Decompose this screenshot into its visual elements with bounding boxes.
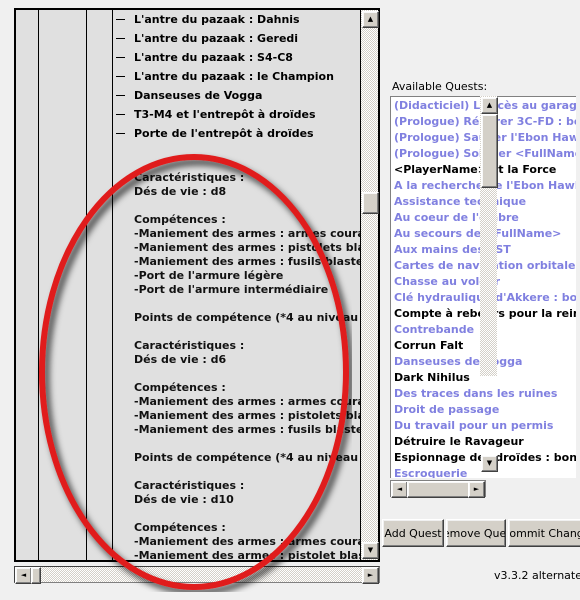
quest-hscroll-thumb[interactable] xyxy=(407,481,471,498)
quest-vertical-scrollbar-end[interactable]: ▼ xyxy=(480,455,498,472)
detail-line: -Maniement des armes : pistolet blaster xyxy=(134,549,361,560)
detail-line xyxy=(134,367,361,381)
detail-line: -Port de l'armure légère xyxy=(134,269,284,282)
tree-dash-icon xyxy=(116,95,125,96)
tree-item-list: L'antre du pazaak : Dahnis L'antre du paz… xyxy=(116,10,361,560)
quest-scroll-left-icon[interactable]: ◄ xyxy=(391,481,408,498)
quest-vscroll-thumb[interactable] xyxy=(481,114,498,188)
detail-line: Compétences : xyxy=(134,213,226,226)
quest-tree-panel: L'antre du pazaak : Dahnis L'antre du paz… xyxy=(14,8,380,562)
tree-item-label: L'antre du pazaak : Geredi xyxy=(134,32,299,45)
tree-dash-icon xyxy=(116,114,125,115)
detail-line: Caractéristiques : xyxy=(134,479,245,492)
detail-line: -Maniement des armes : pistolets blaster xyxy=(134,409,361,422)
scroll-up-icon[interactable]: ▲ xyxy=(362,11,379,28)
version-label: v3.3.2 alternate xyxy=(494,569,580,582)
tree-item[interactable]: L'antre du pazaak : le Champion xyxy=(116,67,361,86)
detail-line: Dés de vie : d6 xyxy=(134,353,227,366)
commit-changes-button[interactable]: Commit Changes xyxy=(508,519,580,547)
quest-scroll-up-icon[interactable]: ▲ xyxy=(481,97,498,114)
tree-column-rule-1 xyxy=(38,10,39,560)
quest-list-item[interactable]: Détruire le Ravageur xyxy=(391,434,576,450)
detail-line: Compétences : xyxy=(134,521,226,534)
tree-dash-icon xyxy=(116,57,125,58)
detail-line: -Maniement des armes : armes courantes xyxy=(134,227,361,240)
detail-line xyxy=(134,465,361,479)
tree-column-rule-3 xyxy=(112,10,113,560)
detail-line xyxy=(134,297,361,311)
quest-horizontal-scrollbar[interactable]: ◄ ► xyxy=(390,480,486,498)
available-quests-label: Available Quests: xyxy=(392,80,488,93)
tree-item-label: L'antre du pazaak : Dahnis xyxy=(134,13,300,26)
quest-scroll-down-icon[interactable]: ▼ xyxy=(481,455,498,472)
add-quest-button[interactable]: Add Quest xyxy=(382,519,444,547)
tree-item[interactable]: Danseuses de Vogga xyxy=(116,86,361,105)
quest-vertical-scrollbar[interactable]: ▲ xyxy=(480,96,498,376)
tree-item-label: Danseuses de Vogga xyxy=(134,89,263,102)
detail-line xyxy=(134,325,361,339)
detail-line: Points de compétence (*4 au niveau 1) : … xyxy=(134,311,361,324)
scroll-down-icon[interactable]: ▼ xyxy=(362,542,379,559)
tree-item[interactable]: L'antre du pazaak : S4-C8 xyxy=(116,48,361,67)
tree-item[interactable]: T3-M4 et l'entrepôt à droïdes xyxy=(116,105,361,124)
tree-hscroll-thumb[interactable] xyxy=(31,567,41,584)
tree-column-rule-2 xyxy=(86,10,87,560)
detail-line: Caractéristiques : xyxy=(134,171,245,184)
tree-vertical-scrollbar[interactable]: ▲ ▼ xyxy=(360,10,379,560)
detail-line: Caractéristiques : xyxy=(134,339,245,352)
detail-line: Dés de vie : d8 xyxy=(134,185,227,198)
tree-dash-icon xyxy=(116,133,125,134)
tree-item[interactable]: Porte de l'entrepôt à droïdes xyxy=(116,124,361,143)
quest-scroll-right-icon[interactable]: ► xyxy=(468,481,485,498)
tree-dash-icon xyxy=(116,19,125,20)
detail-line xyxy=(134,507,361,521)
detail-line xyxy=(134,157,361,171)
tree-item-label: L'antre du pazaak : le Champion xyxy=(134,70,334,83)
tree-vscroll-thumb[interactable] xyxy=(362,192,379,214)
tree-item-label: L'antre du pazaak : S4-C8 xyxy=(134,51,293,64)
scroll-right-icon[interactable]: ► xyxy=(362,567,379,584)
quest-tree-viewport[interactable]: L'antre du pazaak : Dahnis L'antre du paz… xyxy=(16,10,361,560)
detail-line: -Port de l'armure intermédiaire xyxy=(134,283,329,296)
quest-list-item[interactable]: Droit de passage xyxy=(391,402,576,418)
scroll-left-icon[interactable]: ◄ xyxy=(15,567,32,584)
detail-line: Points de compétence (*4 au niveau 1) : … xyxy=(134,451,361,464)
tree-item[interactable]: L'antre du pazaak : Dahnis xyxy=(116,10,361,29)
detail-line xyxy=(134,199,361,213)
tree-item-label: Porte de l'entrepôt à droïdes xyxy=(134,127,314,140)
detail-line: -Maniement des armes : armes courantes xyxy=(134,395,361,408)
quest-list-item[interactable]: Du travail pour un permis xyxy=(391,418,576,434)
detail-line: Dés de vie : d10 xyxy=(134,493,234,506)
detail-line: Compétences : xyxy=(134,381,226,394)
tree-item[interactable]: L'antre du pazaak : Geredi xyxy=(116,29,361,48)
remove-quest-button[interactable]: Remove Quest xyxy=(446,519,506,547)
detail-line: -Maniement des armes : fusils blaster xyxy=(134,423,361,436)
tree-horizontal-scrollbar[interactable]: ◄ ► xyxy=(14,566,380,584)
detail-line xyxy=(134,143,361,157)
detail-line: -Maniement des armes : pistolets blaster xyxy=(134,241,361,254)
quest-list-item[interactable]: Des traces dans les ruines xyxy=(391,386,576,402)
detail-line: -Maniement des armes : armes courantes xyxy=(134,535,361,548)
detail-line xyxy=(134,437,361,451)
tree-dash-icon xyxy=(116,76,125,77)
detail-line: -Maniement des armes : fusils blaster xyxy=(134,255,361,268)
tree-detail-text: Caractéristiques : Dés de vie : d8 Compéte… xyxy=(116,143,361,560)
tree-dash-icon xyxy=(116,38,125,39)
tree-item-label: T3-M4 et l'entrepôt à droïdes xyxy=(134,108,316,121)
